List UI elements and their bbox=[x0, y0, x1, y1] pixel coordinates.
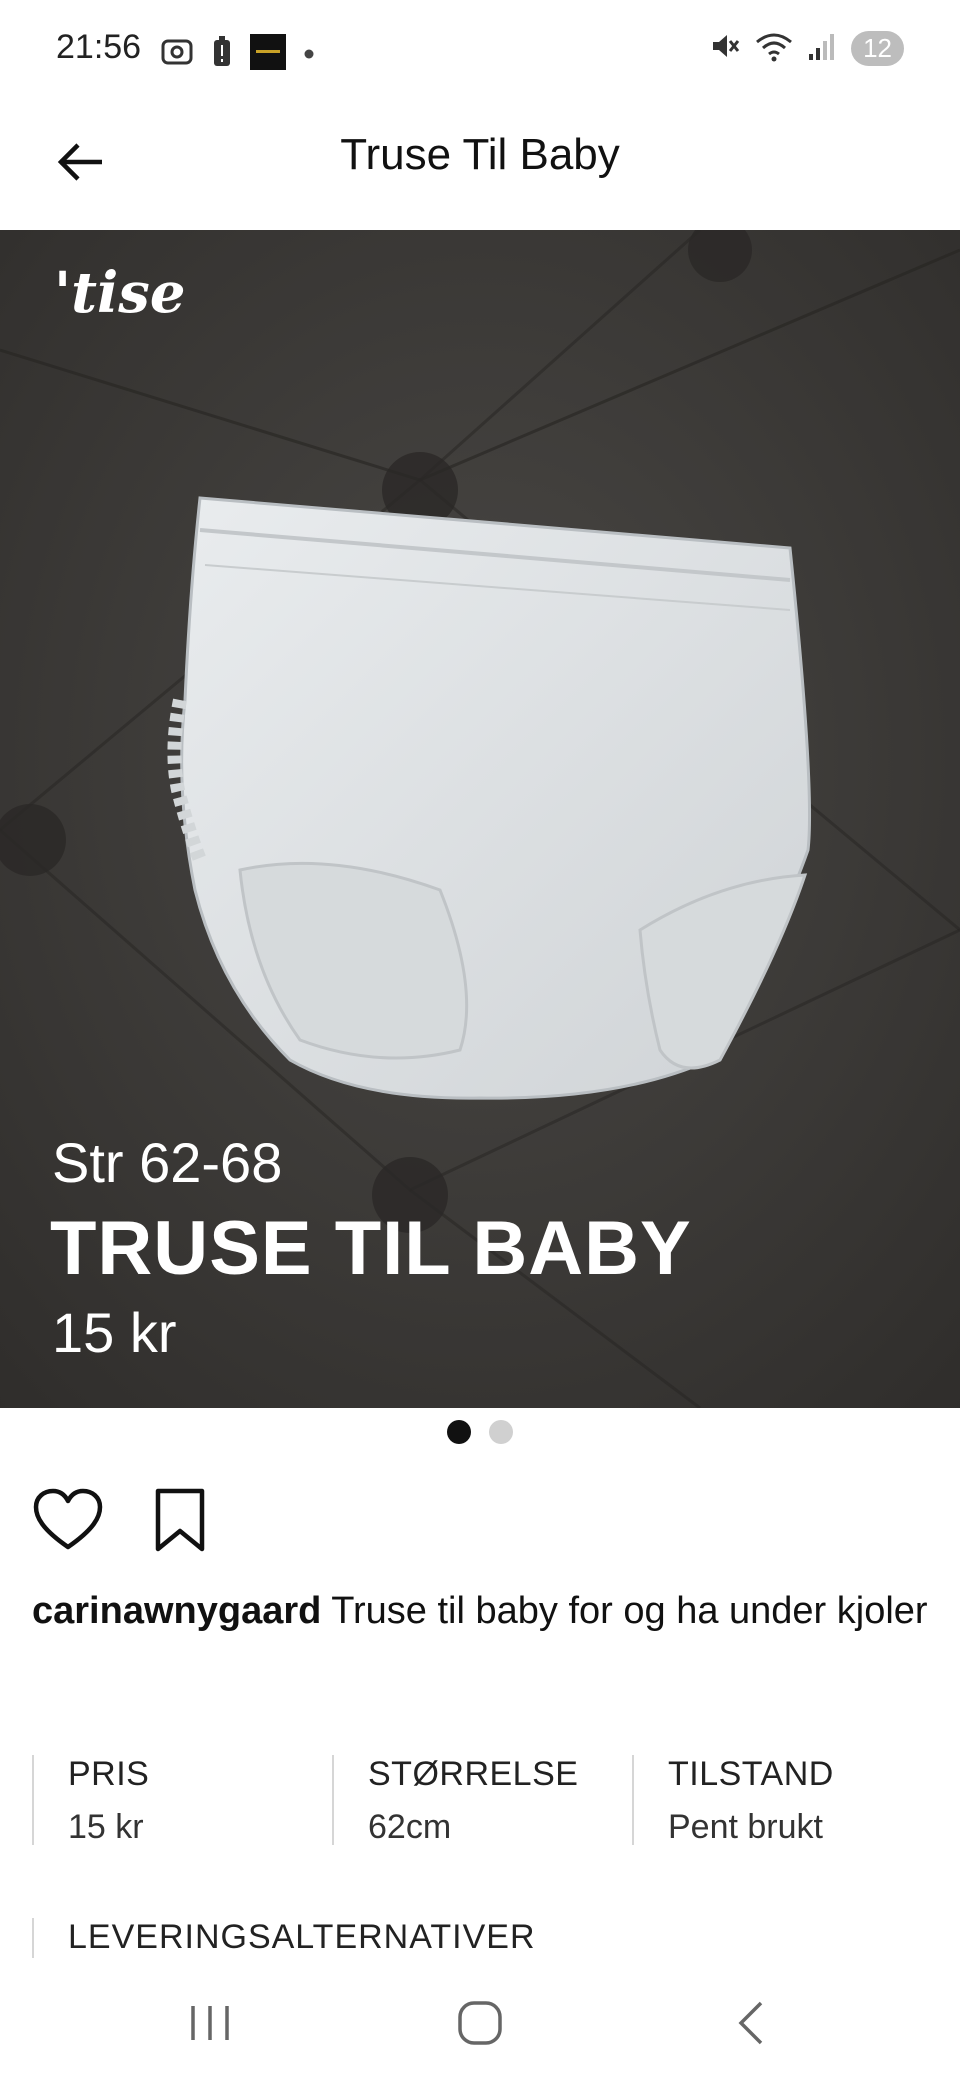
status-time: 21:56 bbox=[56, 28, 142, 66]
system-nav-bar bbox=[0, 1970, 960, 2080]
screenshot-icon bbox=[160, 37, 194, 72]
spec-size: STØRRELSE 62cm bbox=[332, 1755, 632, 1846]
product-image-carousel[interactable]: 'tise Str 62-68 TRUSE TIL BABY 15 kr bbox=[0, 230, 960, 1408]
system-back-button[interactable] bbox=[700, 1990, 800, 2060]
back-icon bbox=[733, 1999, 767, 2052]
signal-icon bbox=[807, 30, 837, 67]
action-row bbox=[32, 1485, 210, 1560]
battery-alert-icon bbox=[212, 36, 232, 73]
description-text: Truse til baby for og ha under kjoler bbox=[331, 1590, 928, 1632]
spec-row: PRIS 15 kr STØRRELSE 62cm TILSTAND Pent … bbox=[32, 1755, 932, 1846]
carousel-dot-active[interactable] bbox=[447, 1420, 471, 1444]
overlay-price: 15 kr bbox=[52, 1301, 177, 1364]
app-bar: Truse Til Baby bbox=[0, 100, 960, 230]
recents-icon bbox=[187, 2002, 233, 2049]
spec-value: Pent brukt bbox=[668, 1808, 823, 1846]
delivery-options-heading[interactable]: LEVERINGSALTERNATIVER bbox=[32, 1918, 536, 1958]
carousel-indicator bbox=[0, 1420, 960, 1444]
heart-icon[interactable] bbox=[32, 1487, 104, 1558]
status-icons-left bbox=[160, 34, 314, 75]
bookmark-icon[interactable] bbox=[150, 1485, 210, 1560]
notification-count-badge: 12 bbox=[851, 31, 904, 66]
spec-label: TILSTAND bbox=[668, 1755, 834, 1793]
spec-label: STØRRELSE bbox=[368, 1755, 579, 1793]
overlay-title: TRUSE TIL BABY bbox=[50, 1206, 692, 1291]
seller-username[interactable]: carinawnygaard bbox=[32, 1590, 321, 1632]
carousel-dot[interactable] bbox=[489, 1420, 513, 1444]
recents-button[interactable] bbox=[160, 1990, 260, 2060]
mute-icon bbox=[709, 30, 741, 67]
home-button[interactable] bbox=[430, 1990, 530, 2060]
dot-icon bbox=[304, 46, 314, 64]
product-description: carinawnygaard Truse til baby for og ha … bbox=[32, 1585, 932, 1637]
status-icons-right: 12 bbox=[709, 30, 904, 67]
home-icon bbox=[456, 1999, 504, 2052]
app-thumbnail-icon bbox=[250, 34, 286, 75]
page-title: Truse Til Baby bbox=[340, 130, 620, 179]
status-bar: 21:56 12 bbox=[0, 0, 960, 100]
overlay-size: Str 62-68 bbox=[52, 1131, 283, 1194]
brand-logo: 'tise bbox=[54, 260, 186, 326]
spec-label: PRIS bbox=[68, 1755, 150, 1793]
spec-value: 62cm bbox=[368, 1808, 452, 1846]
spec-price: PRIS 15 kr bbox=[32, 1755, 332, 1846]
spec-value: 15 kr bbox=[68, 1808, 144, 1846]
wifi-icon bbox=[755, 30, 793, 67]
spec-condition: TILSTAND Pent brukt bbox=[632, 1755, 932, 1846]
